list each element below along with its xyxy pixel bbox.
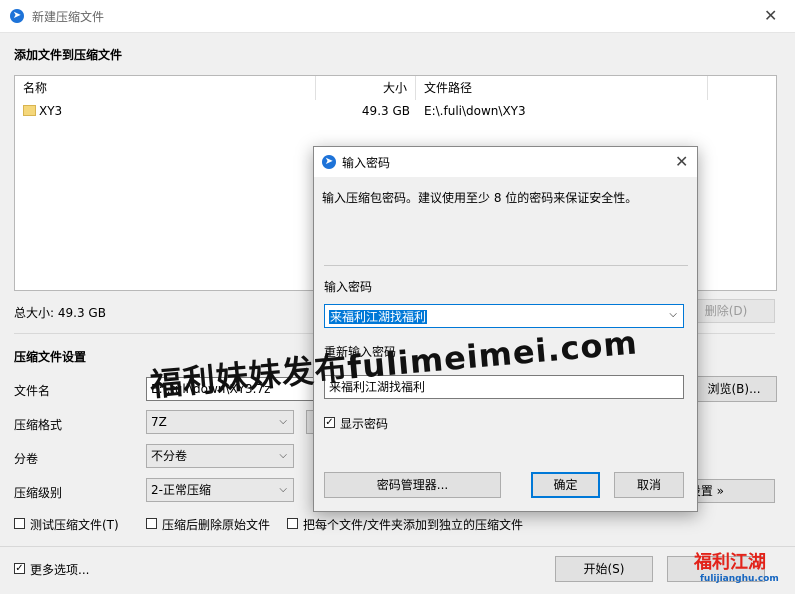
column-name[interactable]: 名称 [15,76,316,100]
title-bar: ➤ 新建压缩文件 ✕ [0,0,795,33]
ok-button[interactable]: 确定 [531,472,600,498]
file-size: 49.3 GB [361,104,410,118]
column-path[interactable]: 文件路径 [416,76,708,100]
more-options-checkbox[interactable]: ✓ [14,563,25,574]
split-select[interactable]: 不分卷 ⌵ [146,444,294,468]
close-icon[interactable]: ✕ [764,8,777,24]
divider [324,265,688,266]
more-options-label: 更多选项... [30,563,90,577]
cancel-button[interactable]: 取消 [614,472,684,498]
window-title: 新建压缩文件 [32,10,105,24]
password-label: 输入密码 [324,280,373,294]
chevron-down-icon[interactable]: ⌵ [669,309,677,320]
add-section-title: 添加文件到压缩文件 [14,48,123,62]
test-checkbox-label: 测试压缩文件(T) [30,518,119,532]
file-path: E:\.fuli\down\XY3 [424,104,526,118]
dialog-title: 输入密码 [342,156,391,170]
separate-checkbox-label: 把每个文件/文件夹添加到独立的压缩文件 [303,518,524,532]
divider [0,546,795,547]
format-select[interactable]: 7Z ⌵ [146,410,294,434]
app-icon: ➤ [10,9,24,23]
brand-logo: 福利江湖 fulijianghu.com [694,548,790,590]
test-checkbox[interactable] [14,518,25,529]
dialog-title-bar: ➤ 输入密码 ✕ [314,147,697,177]
file-name: XY3 [39,104,63,118]
close-icon[interactable]: ✕ [675,154,688,170]
start-button[interactable]: 开始(S) [555,556,653,582]
dialog-description: 输入压缩包密码。建议使用至少 8 位的密码来保证安全性。 [322,191,638,205]
chevron-down-icon: ⌵ [279,416,287,427]
level-value: 2-正常压缩 [151,483,211,497]
app-icon: ➤ [322,155,336,169]
password-manager-button[interactable]: 密码管理器... [324,472,501,498]
total-size: 总大小: 49.3 GB [14,306,106,320]
password-value: 来福利江湖找福利 [329,310,428,324]
chevron-down-icon: ⌵ [279,484,287,495]
level-label: 压缩级别 [14,486,63,500]
filename-label: 文件名 [14,384,51,398]
delete-after-checkbox-label: 压缩后删除原始文件 [162,518,271,532]
chevron-down-icon: ⌵ [279,450,287,461]
split-label: 分卷 [14,452,39,466]
level-select[interactable]: 2-正常压缩 ⌵ [146,478,294,502]
folder-icon [23,105,36,116]
separate-checkbox[interactable] [287,518,298,529]
show-password-checkbox[interactable]: ✓ [324,417,335,428]
delete-after-checkbox[interactable] [146,518,157,529]
logo-brand: 福利江湖 [694,552,766,573]
column-size[interactable]: 大小 [316,76,416,100]
format-label: 压缩格式 [14,418,63,432]
browse-button[interactable]: 浏览(B)... [691,376,777,402]
table-row[interactable]: XY3 49.3 GB E:\.fuli\down\XY3 [15,100,776,122]
format-value: 7Z [151,415,167,429]
split-value: 不分卷 [151,449,188,463]
show-password-label: 显示密码 [340,417,389,431]
logo-domain: fulijianghu.com [700,574,779,584]
settings-section-title: 压缩文件设置 [14,350,87,364]
